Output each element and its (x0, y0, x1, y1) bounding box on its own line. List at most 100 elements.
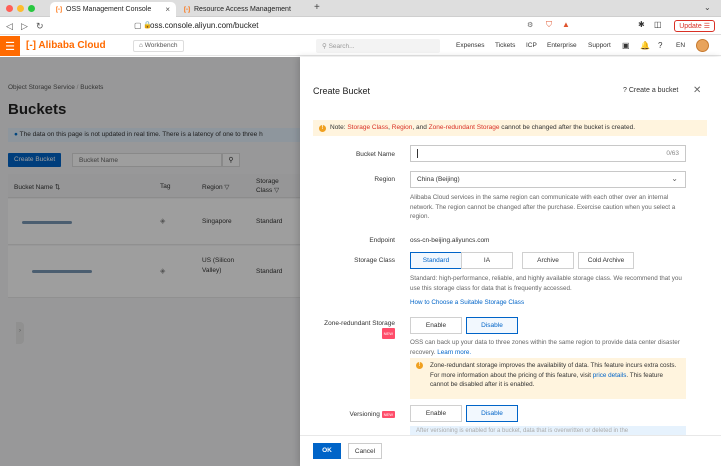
zrs-enable[interactable]: Enable (410, 317, 462, 334)
search-icon: ⚲ (322, 43, 327, 50)
text-cursor (417, 149, 418, 158)
versioning-label-text: Versioning (349, 411, 380, 419)
warning-highlight-region: Region (391, 124, 413, 131)
menu-icon[interactable]: ☰ (0, 36, 20, 56)
maximize-window-icon[interactable] (28, 5, 35, 12)
message-icon[interactable]: ▣ (622, 41, 630, 50)
versioning-label: Versioning NEW (300, 411, 395, 418)
storage-class-ia[interactable]: IA (461, 252, 513, 269)
versioning-disable[interactable]: Disable (466, 405, 518, 422)
nav-enterprise[interactable]: Enterprise (547, 42, 577, 49)
help-icon[interactable]: ? (658, 41, 662, 50)
close-icon[interactable]: ✕ (693, 85, 701, 96)
minimize-window-icon[interactable] (17, 5, 24, 12)
region-select[interactable]: China (Beijing) ⌄ (410, 171, 686, 188)
help-circle-icon: ? (623, 87, 627, 94)
bookmark-icon[interactable]: ▢ (134, 21, 142, 30)
nav-tickets[interactable]: Tickets (495, 42, 515, 49)
zrs-disable[interactable]: Disable (466, 317, 518, 334)
translate-icon[interactable]: ⚙ (527, 21, 533, 29)
nav-support[interactable]: Support (588, 42, 611, 49)
chevron-down-icon: ⌄ (671, 174, 678, 183)
storage-class-guide-link[interactable]: How to Choose a Suitable Storage Class (410, 298, 690, 308)
alibaba-favicon-icon: [-] (184, 6, 190, 13)
close-window-icon[interactable] (6, 5, 13, 12)
create-bucket-panel: Create Bucket ? Create a bucket ✕ ! Note:… (300, 57, 721, 466)
update-button[interactable]: Update ☰ (674, 20, 715, 32)
panel-title: Create Bucket (313, 86, 371, 96)
update-label: Update (679, 23, 702, 30)
nav-icp[interactable]: ICP (526, 42, 537, 49)
bucket-name-label: Bucket Name (355, 151, 395, 158)
back-icon[interactable]: ◁ (6, 21, 13, 32)
url-field[interactable]: oss.console.aliyun.com/bucket (150, 21, 259, 30)
storage-class-standard[interactable]: Standard (410, 252, 462, 269)
region-value: China (Beijing) (417, 176, 460, 183)
char-counter: 0/63 (666, 150, 679, 157)
ok-button[interactable]: OK (313, 443, 341, 459)
close-tab-icon[interactable]: × (165, 5, 170, 14)
new-tab-icon[interactable]: + (314, 2, 320, 13)
bucket-name-input[interactable]: 0/63 (410, 145, 686, 162)
zrs-label: Zone-redundant Storage NEW (300, 319, 395, 339)
storage-class-help: Standard: high-performance, reliable, an… (410, 275, 682, 292)
browser-tab-ram[interactable]: [-] Resource Access Management (178, 2, 304, 17)
search-placeholder: Search... (328, 43, 355, 50)
tab-label: OSS Management Console (66, 6, 152, 13)
notification-bell-icon[interactable]: 🔔 (640, 41, 650, 50)
new-badge: NEW (381, 328, 395, 339)
forward-icon[interactable]: ▷ (21, 21, 28, 32)
logo-text: Alibaba Cloud (38, 40, 106, 51)
logo-mark-icon: [-] (26, 40, 36, 51)
new-badge: NEW (381, 411, 395, 418)
home-icon: ⌂ (139, 42, 143, 49)
extensions-icon[interactable]: ✱ (638, 20, 645, 29)
page: [-] OSS Management Console × [-] Resourc… (0, 0, 721, 466)
create-bucket-help-link[interactable]: ? Create a bucket (623, 87, 678, 94)
storage-class-label: Storage Class (354, 257, 395, 264)
endpoint-value: oss-cn-beijing.aliyuncs.com (410, 237, 490, 244)
sidebar-icon[interactable]: ◫ (654, 20, 662, 29)
warning-icon: ! (416, 362, 423, 369)
storage-class-cold-archive[interactable]: Cold Archive (578, 252, 634, 269)
console-header: ☰ [-] Alibaba Cloud ⌂ Workbench ⚲ Search… (0, 36, 721, 56)
tab-label: Resource Access Management (194, 6, 291, 13)
reload-icon[interactable]: ↻ (36, 21, 44, 32)
brave-shield-icon[interactable]: ⛉ (546, 20, 552, 30)
endpoint-label: Endpoint (369, 237, 395, 244)
help-link-label: Create a bucket (628, 87, 679, 94)
alibaba-cloud-logo[interactable]: [-] Alibaba Cloud (26, 40, 106, 51)
storage-class-archive[interactable]: Archive (522, 252, 574, 269)
zrs-cost-note: ! Zone-redundant storage improves the av… (410, 358, 686, 399)
workbench-button[interactable]: ⌂ Workbench (133, 40, 184, 52)
immutable-settings-warning: ! Note: Storage Class, Region, and Zone-r… (313, 120, 707, 136)
browser-tab-oss[interactable]: [-] OSS Management Console × (50, 2, 176, 17)
alibaba-favicon-icon: [-] (56, 6, 62, 13)
rewards-icon[interactable]: ▲ (562, 20, 570, 29)
details-link[interactable]: details (608, 372, 626, 379)
versioning-enable[interactable]: Enable (410, 405, 462, 422)
warning-icon: ! (319, 125, 326, 132)
cancel-button[interactable]: Cancel (348, 443, 382, 459)
zrs-label-text: Zone-redundant Storage (324, 320, 395, 327)
console-search-input[interactable]: ⚲ Search... (316, 39, 440, 53)
warning-highlight-zrs: Zone-redundant Storage (428, 124, 500, 131)
price-link[interactable]: price (593, 372, 607, 379)
learn-more-link[interactable]: Learn more. (437, 349, 471, 356)
panel-footer: OK Cancel (300, 435, 721, 466)
nav-expenses[interactable]: Expenses (456, 42, 485, 49)
warning-highlight-storage-class: Storage Class (347, 124, 389, 131)
region-label: Region (374, 176, 395, 183)
modal-overlay[interactable] (0, 57, 300, 466)
avatar[interactable] (696, 39, 709, 52)
language-switch[interactable]: EN (676, 42, 685, 49)
warning-prefix: Note: (330, 124, 348, 131)
browser-tab-bar: [-] OSS Management Console × [-] Resourc… (0, 0, 721, 17)
warning-suffix: cannot be changed after the bucket is cr… (499, 124, 636, 131)
tab-list-chevron-icon[interactable]: ⌄ (704, 3, 711, 12)
warning-separator: , and (412, 124, 429, 131)
workbench-label: Workbench (144, 42, 178, 49)
zrs-help: OSS can back up your data to three zones… (410, 338, 690, 357)
address-bar: ◁ ▷ ↻ ▢ 🔒 oss.console.aliyun.com/bucket … (0, 17, 721, 35)
region-help: Alibaba Cloud services in the same regio… (410, 194, 676, 220)
